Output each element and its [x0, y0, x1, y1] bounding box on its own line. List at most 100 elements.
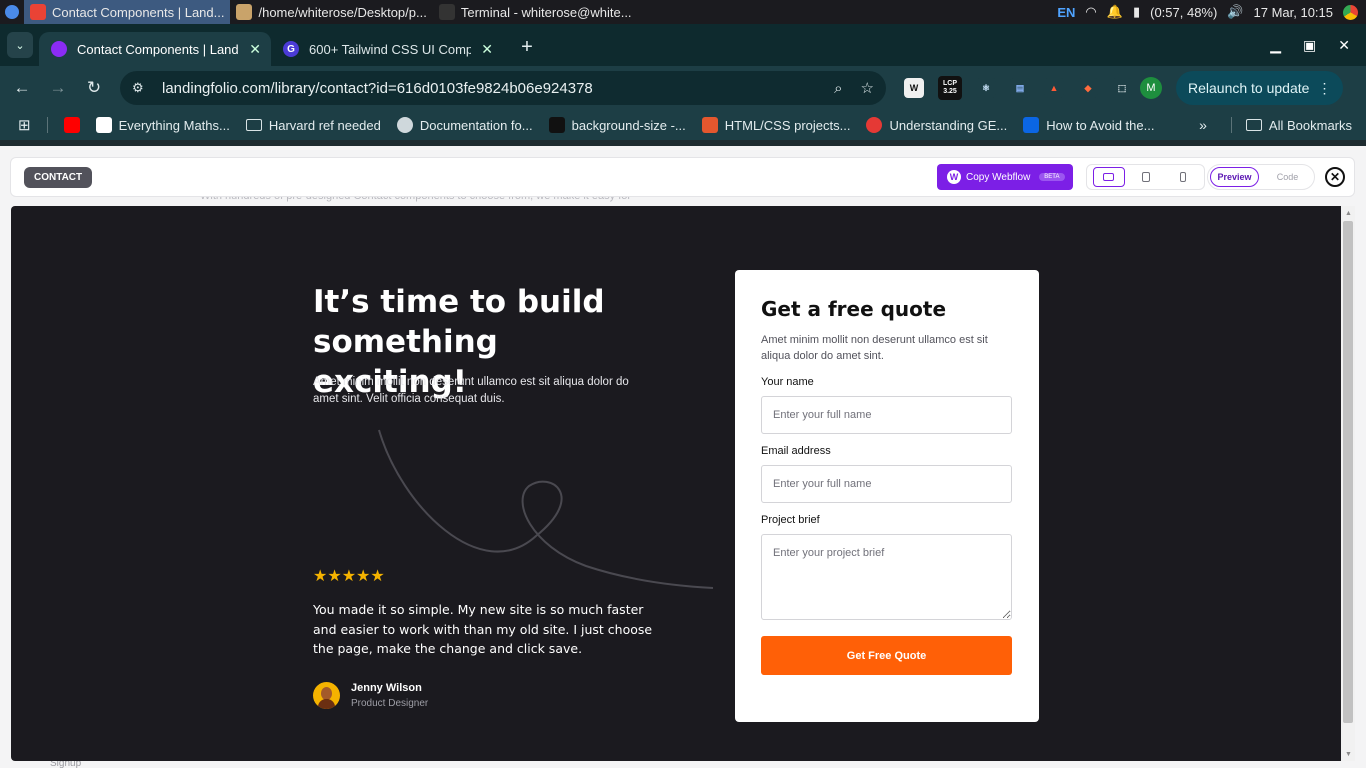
- site-info-icon[interactable]: ⚙: [132, 80, 152, 96]
- tablet-icon: [1141, 172, 1150, 182]
- bookmark-item-0[interactable]: [63, 117, 80, 133]
- docs-extension-icon[interactable]: ▤: [1010, 78, 1030, 98]
- bookmark-item-4[interactable]: background-size -...: [548, 117, 686, 133]
- window-controls: ▁ ▣ ✕: [1270, 37, 1366, 66]
- close-window-icon[interactable]: ✕: [1338, 37, 1350, 54]
- circle-icon: [866, 117, 883, 133]
- bookmark-item-2[interactable]: Harvard ref needed: [245, 118, 381, 133]
- new-tab-button[interactable]: +: [515, 36, 539, 59]
- scroll-down-icon[interactable]: ▼: [1345, 751, 1352, 758]
- lcp-extension-icon[interactable]: LCP 3.25: [938, 76, 962, 100]
- app-menu-icon[interactable]: [0, 0, 24, 24]
- bookmark-label: HTML/CSS projects...: [724, 117, 851, 133]
- url-text[interactable]: landingfolio.com/library/contact?id=616d…: [162, 80, 816, 97]
- bookmark-item-6[interactable]: Understanding GE...: [866, 117, 1007, 133]
- scrollbar-thumb[interactable]: [1343, 221, 1353, 723]
- bookmark-item-3[interactable]: Documentation fo...: [396, 117, 533, 133]
- decorative-swirl-line: [378, 429, 714, 589]
- author-role: Product Designer: [351, 698, 429, 709]
- bookmark-separator-right: [1230, 117, 1232, 133]
- bookmark-label: background-size -...: [571, 117, 686, 133]
- mdn-icon: [548, 117, 565, 133]
- system-tray: EN ◠ 🔔 ▮ (0:57, 48%) 🔊 17 Mar, 10:15: [1057, 4, 1366, 20]
- author-name: Jenny Wilson: [351, 682, 422, 694]
- name-input[interactable]: [761, 396, 1012, 434]
- w-extension-icon[interactable]: W: [904, 78, 924, 98]
- copy-webflow-button[interactable]: W Copy Webflow BETA: [937, 164, 1073, 190]
- tab-close-icon[interactable]: ✕: [249, 41, 261, 58]
- browser-tab-1[interactable]: G 600+ Tailwind CSS UI Compon ✕: [271, 32, 503, 66]
- reload-icon[interactable]: ↻: [76, 78, 112, 98]
- taskbar-window-title: Terminal - whiterose@white...: [460, 4, 632, 20]
- minimize-icon[interactable]: ▁: [1270, 37, 1281, 54]
- chrome-tray-icon[interactable]: [1343, 4, 1358, 20]
- window-app-icon: [438, 4, 455, 20]
- back-icon[interactable]: ←: [4, 78, 40, 98]
- email-input[interactable]: [761, 465, 1012, 503]
- clock[interactable]: 17 Mar, 10:15: [1254, 5, 1334, 20]
- forward-icon[interactable]: →: [40, 78, 76, 98]
- volume-icon[interactable]: 🔊: [1227, 4, 1243, 20]
- puzzle-extension-icon[interactable]: ⬚: [1112, 78, 1132, 98]
- bookmark-item-7[interactable]: How to Avoid the...: [1023, 117, 1154, 133]
- stripes-icon: [701, 117, 718, 133]
- folder-icon: [1245, 119, 1262, 131]
- more-bookmarks-icon[interactable]: »: [1199, 117, 1207, 133]
- fox-extension-icon[interactable]: ◆: [1078, 78, 1098, 98]
- desktop-view-button[interactable]: [1092, 167, 1125, 187]
- bookmark-item-5[interactable]: HTML/CSS projects...: [701, 117, 851, 133]
- taskbar-window-1[interactable]: /home/whiterose/Desktop/p...: [230, 0, 432, 24]
- bookmark-item-1[interactable]: Everything Maths...: [95, 117, 230, 133]
- bookmark-label: Understanding GE...: [889, 117, 1008, 133]
- code-tab[interactable]: Code: [1263, 167, 1312, 187]
- browser-tab-0[interactable]: Contact Components | Landi ✕: [39, 32, 271, 66]
- more-menu-icon[interactable]: ⋮: [1317, 80, 1331, 97]
- address-bar[interactable]: ⚙ landingfolio.com/library/contact?id=61…: [120, 71, 886, 105]
- taskbar-window-2[interactable]: Terminal - whiterose@white...: [433, 0, 638, 24]
- tab-close-icon[interactable]: ✕: [481, 41, 493, 58]
- battery-status: (0:57, 48%): [1150, 4, 1218, 20]
- tab-title: 600+ Tailwind CSS UI Compon: [309, 41, 472, 57]
- mobile-view-button[interactable]: [1167, 167, 1199, 187]
- taskbar-window-0[interactable]: Contact Components | Land...: [24, 0, 231, 24]
- window-app-icon: [30, 4, 46, 20]
- keyboard-language[interactable]: EN: [1057, 5, 1075, 20]
- project-brief-textarea[interactable]: [761, 534, 1012, 620]
- page-icon: [95, 117, 112, 133]
- relaunch-button[interactable]: Relaunch to update ⋮: [1176, 71, 1344, 105]
- rating-stars: ★★★★★: [313, 568, 385, 585]
- rocket-extension-icon[interactable]: ▲: [1044, 78, 1064, 98]
- all-bookmarks-button[interactable]: All Bookmarks: [1245, 118, 1352, 133]
- bookmark-star-icon[interactable]: ☆: [861, 79, 874, 97]
- copy-webflow-label: Copy Webflow: [966, 171, 1031, 183]
- quote-form-card: Get a free quote Amet minim mollit non d…: [735, 270, 1039, 722]
- taskbar-window-title: Contact Components | Land...: [52, 4, 225, 20]
- preview-scrollbar[interactable]: ▲ ▼: [1341, 206, 1355, 761]
- preview-tab[interactable]: Preview: [1210, 167, 1260, 187]
- battery-icon[interactable]: ▮: [1133, 4, 1140, 20]
- profile-avatar[interactable]: M: [1140, 77, 1162, 99]
- folder-icon: [245, 119, 262, 131]
- notification-bell-icon[interactable]: 🔔: [1107, 4, 1123, 20]
- apps-grid-icon[interactable]: ⊞: [18, 116, 31, 134]
- mobile-icon: [1179, 172, 1186, 182]
- get-free-quote-button[interactable]: Get Free Quote: [761, 636, 1012, 675]
- react-extension-icon[interactable]: ⚛: [976, 78, 996, 98]
- restore-icon[interactable]: ▣: [1303, 37, 1316, 54]
- zoom-search-icon[interactable]: ⌕: [834, 80, 842, 97]
- contact-section-preview: It’s time to build something exciting! A…: [11, 206, 1341, 761]
- name-label: Your name: [761, 376, 814, 388]
- bookmark-label: How to Avoid the...: [1046, 117, 1155, 133]
- tablet-view-button[interactable]: [1130, 167, 1162, 187]
- preview-code-toggle: Preview Code: [1207, 164, 1315, 190]
- taskbar-window-title: /home/whiterose/Desktop/p...: [258, 4, 427, 20]
- email-label: Email address: [761, 445, 831, 457]
- form-description: Amet minim mollit non deserunt ullamco e…: [761, 334, 988, 362]
- close-preview-icon[interactable]: ✕: [1325, 167, 1345, 187]
- tab-search-button[interactable]: ⌄: [7, 32, 33, 58]
- trello-icon: [1023, 117, 1040, 133]
- wifi-icon[interactable]: ◠: [1085, 4, 1096, 20]
- webflow-icon: W: [947, 170, 961, 184]
- scroll-up-icon[interactable]: ▲: [1345, 210, 1352, 217]
- bookmarks-bar: ⊞ Everything Maths... Harvard ref needed D…: [0, 110, 1366, 140]
